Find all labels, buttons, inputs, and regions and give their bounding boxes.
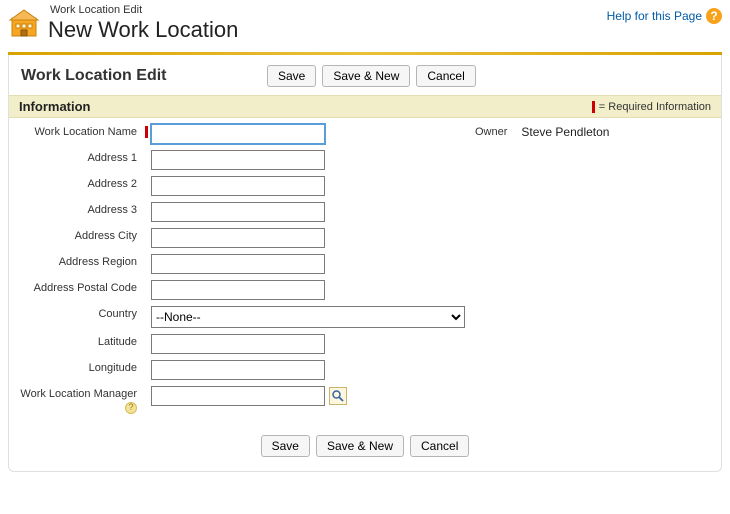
region-input[interactable]	[151, 254, 325, 274]
required-legend: = Required Information	[592, 101, 711, 113]
label-country: Country	[17, 306, 145, 321]
cancel-button[interactable]: Cancel	[416, 65, 475, 87]
cancel-button[interactable]: Cancel	[410, 435, 469, 457]
required-mark-icon	[592, 101, 595, 113]
label-address2: Address 2	[17, 176, 145, 191]
save-and-new-button[interactable]: Save & New	[316, 435, 404, 457]
country-select[interactable]: --None--	[151, 306, 465, 328]
label-longitude: Longitude	[17, 360, 145, 375]
help-icon: ?	[706, 8, 722, 24]
manager-lookup-input[interactable]	[151, 386, 325, 406]
save-button[interactable]: Save	[261, 435, 310, 457]
section-title: Work Location Edit	[21, 67, 251, 85]
lookup-icon[interactable]	[329, 387, 347, 405]
help-link[interactable]: Help for this Page ?	[607, 4, 722, 24]
work-location-icon	[8, 6, 40, 38]
city-input[interactable]	[151, 228, 325, 248]
owner-value: Steve Pendleton	[521, 124, 609, 139]
label-city: Address City	[17, 228, 145, 243]
label-postal: Address Postal Code	[17, 280, 145, 295]
label-owner: Owner	[475, 124, 507, 138]
label-address1: Address 1	[17, 150, 145, 165]
page-title: New Work Location	[48, 18, 238, 42]
help-icon[interactable]: ?	[125, 402, 137, 414]
work-location-name-input[interactable]	[151, 124, 325, 144]
label-region: Address Region	[17, 254, 145, 269]
latitude-input[interactable]	[151, 334, 325, 354]
info-bar-title: Information	[19, 99, 91, 114]
help-link-label: Help for this Page	[607, 9, 702, 23]
label-manager: Work Location Manager ?	[17, 386, 145, 414]
postal-input[interactable]	[151, 280, 325, 300]
save-and-new-button[interactable]: Save & New	[322, 65, 410, 87]
label-latitude: Latitude	[17, 334, 145, 349]
address3-input[interactable]	[151, 202, 325, 222]
longitude-input[interactable]	[151, 360, 325, 380]
required-mark-icon	[145, 126, 148, 138]
save-button[interactable]: Save	[267, 65, 316, 87]
label-address3: Address 3	[17, 202, 145, 217]
label-work-location-name: Work Location Name	[17, 124, 145, 139]
address2-input[interactable]	[151, 176, 325, 196]
breadcrumb: Work Location Edit	[48, 4, 238, 16]
address1-input[interactable]	[151, 150, 325, 170]
required-legend-text: = Required Information	[599, 101, 711, 113]
